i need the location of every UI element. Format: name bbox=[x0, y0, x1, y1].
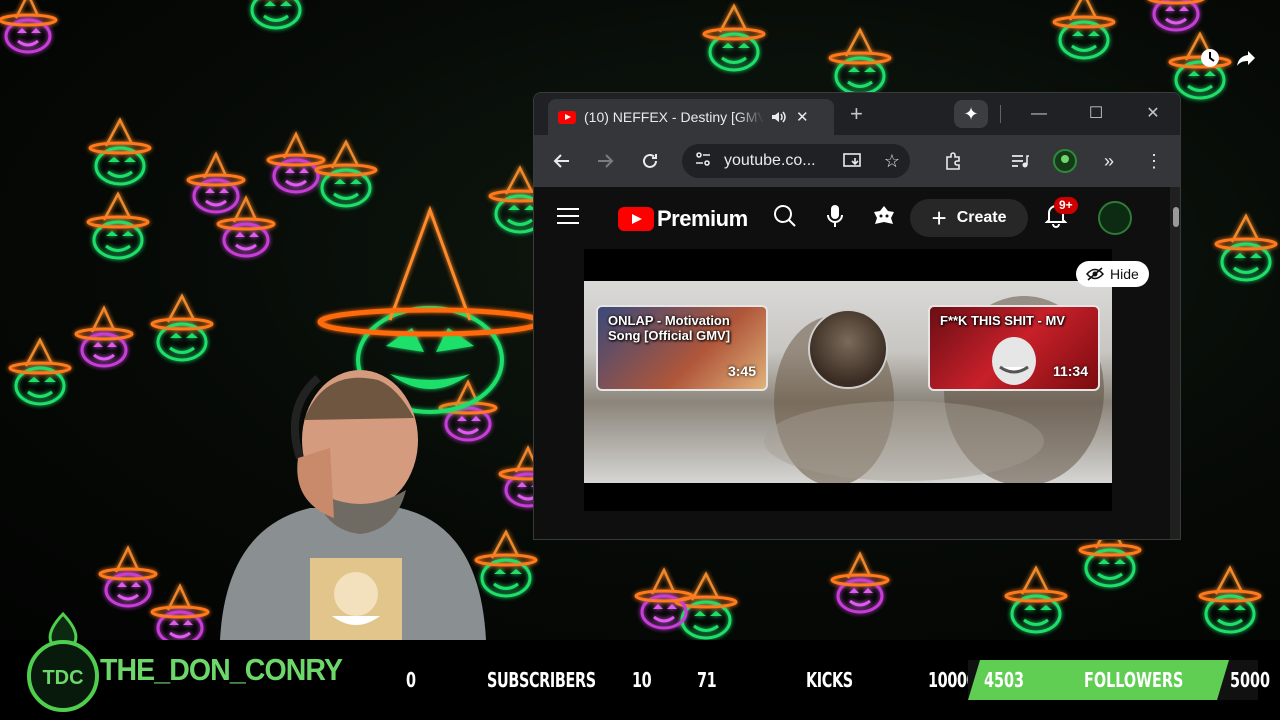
search-icon[interactable] bbox=[771, 202, 799, 230]
subscribers-label: SUBSCRIBERS bbox=[487, 668, 596, 692]
subscribers-current: 0 bbox=[406, 668, 416, 692]
youtube-page: Premium + Create 9+ ONLAP - Motivation S… bbox=[534, 187, 1170, 539]
endcard-face-art bbox=[992, 337, 1036, 385]
scrollbar-thumb[interactable] bbox=[1173, 207, 1179, 227]
tab-strip: (10) NEFFEX - Destiny [GMV ✕ + ✦ — ☐ ✕ bbox=[534, 93, 1180, 135]
streamer-name: THE_DON_CONRY bbox=[100, 652, 343, 687]
divider bbox=[1000, 105, 1001, 123]
address-bar[interactable]: youtube.co... bbox=[682, 144, 910, 178]
microphone-icon[interactable] bbox=[821, 202, 849, 230]
subscribers-goal: 10 bbox=[632, 668, 652, 692]
followers-current: 4503 bbox=[984, 668, 1025, 692]
browser-tab[interactable]: (10) NEFFEX - Destiny [GMV ✕ bbox=[548, 99, 834, 135]
video-player[interactable]: ONLAP - Motivation Song [Official GMV] 3… bbox=[584, 249, 1112, 511]
back-icon[interactable] bbox=[548, 147, 576, 175]
endcard-video[interactable]: ONLAP - Motivation Song [Official GMV] 3… bbox=[596, 305, 768, 391]
star-icon[interactable]: ☆ bbox=[878, 147, 906, 175]
youtube-premium-logo[interactable]: Premium bbox=[618, 206, 748, 232]
account-avatar[interactable] bbox=[1098, 201, 1132, 235]
followers-label: FOLLOWERS bbox=[1084, 668, 1184, 692]
youtube-header: Premium + Create 9+ bbox=[534, 187, 1170, 243]
logo-text: Premium bbox=[657, 206, 748, 231]
notification-count-badge: 9+ bbox=[1054, 197, 1078, 214]
ai-assistant-icon[interactable] bbox=[870, 202, 898, 230]
webcam-streamer bbox=[200, 358, 490, 640]
forward-icon[interactable] bbox=[591, 147, 619, 175]
browser-window: (10) NEFFEX - Destiny [GMV ✕ + ✦ — ☐ ✕ y… bbox=[533, 92, 1181, 540]
plus-icon: + bbox=[931, 203, 947, 233]
youtube-logo-icon bbox=[618, 207, 654, 231]
close-window-icon[interactable]: ✕ bbox=[1139, 101, 1167, 127]
tab-title: (10) NEFFEX - Destiny [GMV bbox=[584, 109, 764, 125]
endcard-duration: 11:34 bbox=[1052, 363, 1088, 379]
create-label: Create bbox=[956, 209, 1007, 226]
clock-icon[interactable] bbox=[1198, 46, 1222, 70]
media-icon[interactable] bbox=[1006, 147, 1034, 175]
endcard-title: F**K THIS SHIT - MV bbox=[940, 313, 1065, 328]
reload-icon[interactable] bbox=[636, 147, 664, 175]
extensions-icon[interactable] bbox=[940, 147, 968, 175]
install-icon[interactable] bbox=[839, 147, 867, 175]
maximize-icon[interactable]: ☐ bbox=[1082, 101, 1110, 127]
audio-icon[interactable] bbox=[770, 108, 788, 126]
endcard-duration: 3:45 bbox=[727, 363, 756, 379]
extensions-overflow-icon[interactable]: » bbox=[1095, 147, 1123, 175]
share-icon[interactable] bbox=[1234, 46, 1258, 70]
minimize-icon[interactable]: — bbox=[1025, 101, 1053, 127]
menu-icon[interactable] bbox=[554, 202, 582, 230]
browser-toolbar: youtube.co... ☆ » ⋮ bbox=[534, 135, 1180, 187]
streamer-figure bbox=[220, 370, 486, 640]
close-tab-icon[interactable]: ✕ bbox=[796, 108, 809, 126]
tdc-logo: TDC bbox=[22, 610, 104, 714]
hide-endcards-button[interactable]: Hide bbox=[1076, 261, 1149, 287]
youtube-favicon-icon bbox=[558, 110, 576, 124]
new-tab-icon[interactable]: + bbox=[850, 101, 863, 127]
hide-label: Hide bbox=[1110, 266, 1139, 282]
profile-icon[interactable] bbox=[1051, 147, 1079, 175]
endcard-title: ONLAP - Motivation Song [Official GMV] bbox=[608, 313, 731, 343]
site-settings-icon[interactable] bbox=[694, 150, 712, 173]
followers-goal: 5000 bbox=[1230, 668, 1271, 692]
eye-off-icon bbox=[1086, 267, 1104, 281]
more-icon[interactable]: ⋮ bbox=[1140, 147, 1168, 175]
url-text: youtube.co... bbox=[724, 152, 816, 169]
channel-endcard-avatar[interactable] bbox=[808, 309, 888, 389]
kicks-label: KICKS bbox=[806, 668, 853, 692]
logo-text: TDC bbox=[42, 667, 83, 689]
endcard-video[interactable]: F**K THIS SHIT - MV 11:34 bbox=[928, 305, 1100, 391]
create-button[interactable]: + Create bbox=[910, 199, 1028, 237]
kicks-current: 71 bbox=[697, 668, 717, 692]
gemini-icon[interactable]: ✦ bbox=[954, 100, 988, 128]
page-scrollbar[interactable] bbox=[1170, 187, 1180, 539]
